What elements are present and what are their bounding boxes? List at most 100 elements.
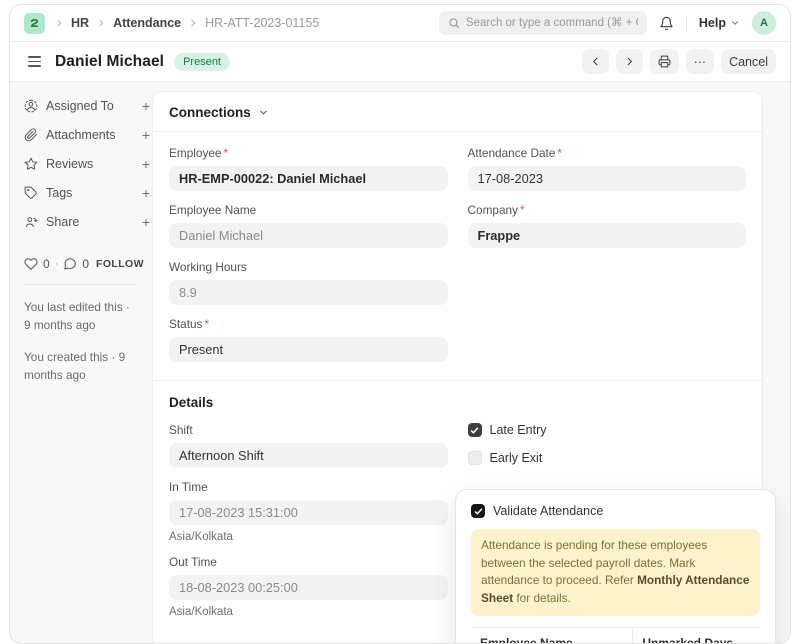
- working-hours-input[interactable]: 8.9: [169, 280, 448, 305]
- search-icon: [448, 17, 460, 29]
- attendance-pending-alert: Attendance is pending for these employee…: [471, 529, 760, 616]
- last-edited-note: You last edited this · 9 months ago: [24, 298, 134, 335]
- status-badge: Present: [174, 53, 230, 71]
- breadcrumb-record-id: HR-ATT-2023-01155: [205, 16, 319, 30]
- share-icon: [24, 215, 38, 229]
- sidebar-item-label: Assigned To: [46, 99, 132, 113]
- breadcrumb-hr[interactable]: HR: [71, 16, 89, 30]
- employee-input[interactable]: HR-EMP-00022: Daniel Michael: [169, 166, 448, 191]
- sidebar-item-reviews[interactable]: Reviews +: [24, 154, 152, 174]
- cancel-button[interactable]: Cancel: [721, 49, 776, 74]
- required-marker: *: [520, 203, 525, 217]
- sidebar-item-label: Tags: [46, 186, 132, 200]
- heart-icon[interactable]: [24, 257, 38, 271]
- search-input[interactable]: [466, 17, 638, 29]
- status-input[interactable]: Present: [169, 337, 448, 362]
- validate-attendance-checkbox-row[interactable]: Validate Attendance: [471, 504, 760, 518]
- chevron-down-icon[interactable]: [258, 107, 269, 118]
- field-label: In Time: [169, 480, 448, 494]
- shift-field: Shift Afternoon Shift: [169, 423, 448, 468]
- field-label: Attendance Date*: [468, 146, 747, 160]
- status-field: Status* Present: [169, 317, 448, 362]
- help-menu[interactable]: Help: [699, 16, 740, 30]
- in-time-input[interactable]: 17-08-2023 15:31:00: [169, 500, 448, 525]
- sidebar-item-tags[interactable]: Tags +: [24, 183, 152, 203]
- app-window: HR Attendance HR-ATT-2023-01155 Help: [9, 4, 791, 644]
- record-sidebar: Assigned To + Attachments + Reviews +: [24, 96, 152, 397]
- breadcrumb-separator-icon: [54, 18, 64, 28]
- sidebar-item-label: Reviews: [46, 157, 132, 171]
- validate-attendance-label: Validate Attendance: [493, 504, 603, 518]
- col-employee-name: Employee Name: [471, 627, 633, 644]
- check-icon: [474, 507, 483, 516]
- out-time-timezone: Asia/Kolkata: [169, 606, 448, 618]
- next-record-button[interactable]: [616, 49, 643, 74]
- add-attachment-button[interactable]: +: [140, 128, 152, 142]
- sidebar-item-label: Attachments: [46, 128, 132, 142]
- prev-record-button[interactable]: [582, 49, 609, 74]
- late-entry-checkbox-row[interactable]: Late Entry: [468, 423, 747, 437]
- attendance-date-field: Attendance Date* 17-08-2023: [468, 146, 747, 191]
- sidebar-item-assigned-to[interactable]: Assigned To +: [24, 96, 152, 116]
- late-entry-label: Late Entry: [490, 423, 547, 437]
- add-tag-button[interactable]: +: [140, 186, 152, 200]
- more-menu-button[interactable]: ···: [686, 49, 715, 74]
- chevron-left-icon: [590, 56, 601, 67]
- field-label: Employee Name: [169, 203, 448, 217]
- avatar[interactable]: A: [752, 11, 776, 35]
- field-label: Company*: [468, 203, 747, 217]
- separator-dot: ·: [55, 258, 59, 270]
- validate-attendance-checkbox[interactable]: [471, 504, 485, 518]
- sidebar-item-share[interactable]: Share +: [24, 212, 152, 232]
- add-review-button[interactable]: +: [140, 157, 152, 171]
- title-bar-actions: ··· Cancel: [582, 49, 776, 74]
- employee-field: Employee* HR-EMP-00022: Daniel Michael: [169, 146, 448, 191]
- field-label: Shift: [169, 423, 448, 437]
- employee-name-input[interactable]: Daniel Michael: [169, 223, 448, 248]
- content-area: Assigned To + Attachments + Reviews +: [10, 82, 790, 644]
- field-label: Status*: [169, 317, 448, 331]
- comment-icon[interactable]: [63, 257, 77, 271]
- notifications-bell-icon[interactable]: [659, 16, 674, 31]
- attendance-date-input[interactable]: 17-08-2023: [468, 166, 747, 191]
- check-icon: [470, 426, 479, 435]
- frappe-hr-logo-icon[interactable]: [24, 13, 45, 34]
- search-bar[interactable]: [439, 11, 647, 35]
- print-button[interactable]: [650, 49, 679, 74]
- connections-section-header[interactable]: Connections: [153, 92, 762, 132]
- working-hours-field: Working Hours 8.9: [169, 260, 448, 305]
- user-circle-icon: [24, 99, 38, 113]
- follow-button[interactable]: FOLLOW: [96, 258, 144, 270]
- required-marker: *: [223, 146, 228, 160]
- likes-count[interactable]: 0: [43, 257, 50, 271]
- navbar-right: Help A: [439, 11, 776, 35]
- col-unmarked-days: Unmarked Days: [633, 627, 760, 644]
- breadcrumb-separator-icon: [188, 18, 198, 28]
- connections-label: Connections: [169, 105, 251, 120]
- field-label: Employee*: [169, 146, 448, 160]
- details-left-column: Shift Afternoon Shift In Time 17-08-2023…: [169, 423, 448, 630]
- employee-name-field: Employee Name Daniel Michael: [169, 203, 448, 248]
- breadcrumb-attendance[interactable]: Attendance: [113, 16, 181, 30]
- sidebar-item-attachments[interactable]: Attachments +: [24, 125, 152, 145]
- help-label: Help: [699, 16, 726, 30]
- company-field: Company* Frappe: [468, 203, 747, 248]
- shift-input[interactable]: Afternoon Shift: [169, 443, 448, 468]
- chevron-right-icon: [624, 56, 635, 67]
- add-assignment-button[interactable]: +: [140, 99, 152, 113]
- out-time-input[interactable]: 18-08-2023 00:25:00: [169, 575, 448, 600]
- paperclip-icon: [24, 128, 38, 142]
- page-title: Daniel Michael: [55, 53, 164, 71]
- company-input[interactable]: Frappe: [468, 223, 747, 248]
- in-time-timezone: Asia/Kolkata: [169, 531, 448, 543]
- early-exit-checkbox[interactable]: [468, 451, 482, 465]
- early-exit-checkbox-row[interactable]: Early Exit: [468, 451, 747, 465]
- tag-icon: [24, 186, 38, 200]
- comments-count[interactable]: 0: [82, 257, 89, 271]
- sidebar-toggle-icon[interactable]: [24, 52, 45, 71]
- field-label: Working Hours: [169, 260, 448, 274]
- navbar-divider: [686, 15, 687, 31]
- late-entry-checkbox[interactable]: [468, 423, 482, 437]
- add-share-button[interactable]: +: [140, 215, 152, 229]
- required-marker: *: [557, 146, 562, 160]
